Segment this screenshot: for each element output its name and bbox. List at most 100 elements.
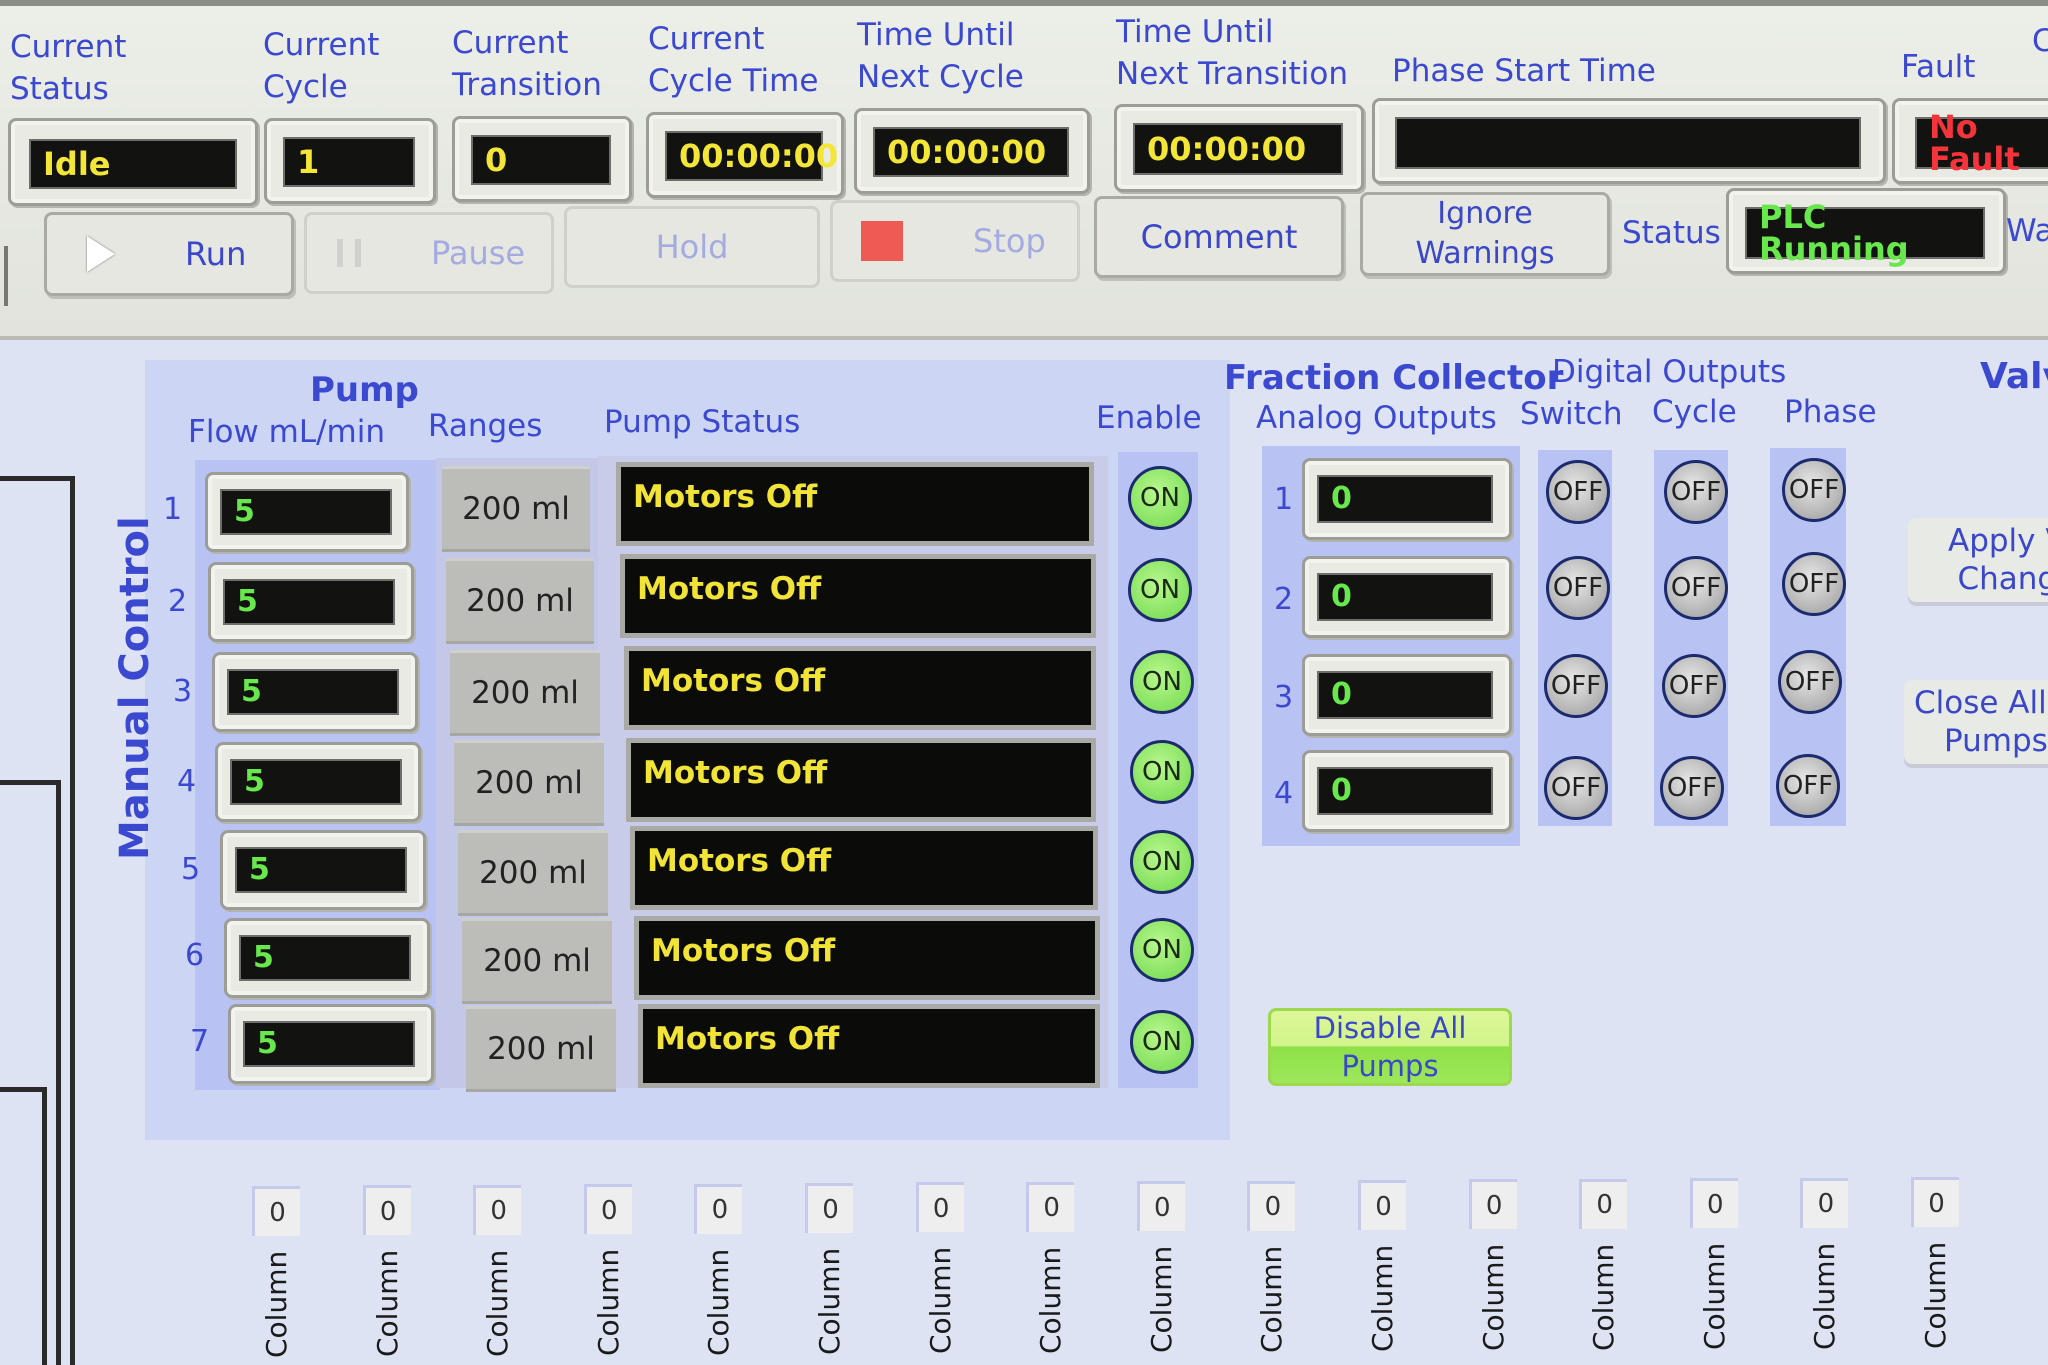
stop-button[interactable]: Stop bbox=[830, 200, 1080, 282]
range-select[interactable]: 200 ml bbox=[466, 1006, 616, 1092]
plc-status-display: PLC Running bbox=[1745, 201, 1985, 265]
analog-output-input[interactable]: 0 bbox=[1317, 671, 1493, 719]
pump-status-display: Motors Off bbox=[624, 646, 1096, 730]
close-all-valves-button[interactable]: Close All V Pumps bbox=[1904, 680, 2048, 764]
pump-enable-toggle[interactable]: ON bbox=[1128, 466, 1192, 530]
fraction-number: 4 bbox=[1274, 776, 1294, 811]
cycle-toggle[interactable]: OFF bbox=[1664, 556, 1728, 620]
column-label: Column bbox=[813, 1247, 846, 1355]
column-value: 0 bbox=[362, 1185, 411, 1236]
disable-all-pumps-button[interactable]: Disable All Pumps bbox=[1268, 1008, 1512, 1086]
current-transition-label: Current Transition bbox=[452, 25, 602, 103]
current-status-frame: Idle bbox=[8, 118, 258, 206]
cycle-toggle[interactable]: OFF bbox=[1662, 654, 1726, 718]
switch-toggle[interactable]: OFF bbox=[1544, 756, 1608, 820]
column-value: 0 bbox=[1911, 1177, 1959, 1227]
phase-start-time-frame bbox=[1372, 98, 1886, 184]
apply-valve-changes-label: Apply V Chang bbox=[1948, 523, 2048, 597]
digital-outputs-label: Digital Outputs bbox=[1552, 354, 1787, 390]
pump-number: 7 bbox=[190, 1024, 210, 1059]
pump-enable-toggle[interactable]: ON bbox=[1130, 740, 1194, 804]
phase-toggle[interactable]: OFF bbox=[1776, 754, 1840, 818]
enable-column-label: Enable bbox=[1096, 400, 1202, 436]
column-value: 0 bbox=[1689, 1178, 1738, 1229]
stop-icon bbox=[861, 221, 903, 261]
range-select[interactable]: 200 ml bbox=[454, 740, 604, 826]
current-cycle-label: Current Cycle bbox=[263, 27, 380, 105]
switch-toggle[interactable]: OFF bbox=[1546, 556, 1610, 620]
range-select[interactable]: 200 ml bbox=[462, 918, 612, 1004]
manual-control-title: Manual Control bbox=[112, 516, 158, 860]
left-inner2-frame-top bbox=[0, 1087, 46, 1092]
cycle-toggle[interactable]: OFF bbox=[1664, 460, 1728, 524]
stop-button-label: Stop bbox=[973, 222, 1046, 260]
analog-output-input[interactable]: 0 bbox=[1317, 573, 1493, 621]
flow-input[interactable]: 5 bbox=[227, 669, 399, 715]
analog-output-frame: 0 bbox=[1302, 458, 1512, 540]
run-button[interactable]: Run bbox=[44, 212, 294, 296]
flow-input-frame: 5 bbox=[215, 742, 421, 822]
phase-toggle[interactable]: OFF bbox=[1782, 458, 1846, 522]
fraction-number: 1 bbox=[1274, 482, 1294, 517]
range-select[interactable]: 200 ml bbox=[450, 650, 600, 736]
flow-input[interactable]: 5 bbox=[230, 759, 402, 805]
analog-output-input[interactable]: 0 bbox=[1317, 475, 1493, 523]
column-value: 0 bbox=[583, 1184, 632, 1235]
cycle-toggle[interactable]: OFF bbox=[1660, 756, 1724, 820]
flow-input[interactable]: 5 bbox=[220, 489, 392, 535]
run-control-header: Current Status Current Cycle Current Tra… bbox=[0, 0, 2048, 340]
range-select[interactable]: 200 ml bbox=[458, 830, 608, 916]
phase-toggle[interactable]: OFF bbox=[1778, 650, 1842, 714]
analog-outputs-label: Analog Outputs bbox=[1256, 400, 1497, 436]
current-cycle-time-frame: 00:00:00 bbox=[646, 112, 844, 198]
flow-input[interactable]: 5 bbox=[239, 935, 411, 981]
switch-toggle[interactable]: OFF bbox=[1546, 460, 1610, 524]
cycle-column-label: Cycle bbox=[1652, 394, 1737, 430]
column-label: Column bbox=[1476, 1244, 1510, 1352]
column-value: 0 bbox=[1800, 1177, 1849, 1228]
flow-input[interactable]: 5 bbox=[243, 1021, 415, 1067]
current-cycle-display: 1 bbox=[283, 137, 415, 187]
column-value: 0 bbox=[1136, 1181, 1185, 1232]
flow-input[interactable]: 5 bbox=[235, 847, 407, 893]
hold-button-label: Hold bbox=[655, 228, 729, 266]
column-label: Column bbox=[923, 1247, 957, 1355]
ignore-warnings-button[interactable]: Ignore Warnings bbox=[1360, 192, 1610, 276]
switch-toggle[interactable]: OFF bbox=[1544, 654, 1608, 718]
column-label: Column bbox=[260, 1250, 293, 1358]
comment-button[interactable]: Comment bbox=[1094, 196, 1344, 278]
range-select[interactable]: 200 ml bbox=[442, 466, 590, 552]
time-until-next-transition-label: Time Until Next Transition bbox=[1116, 14, 1348, 92]
pump-enable-toggle[interactable]: ON bbox=[1130, 650, 1194, 714]
column-value: 0 bbox=[473, 1184, 522, 1235]
column-label: Column bbox=[370, 1250, 404, 1358]
pump-status-display: Motors Off bbox=[620, 554, 1096, 638]
column-label: Column bbox=[481, 1249, 515, 1357]
column-value: 0 bbox=[1358, 1180, 1406, 1230]
pump-enable-toggle[interactable]: ON bbox=[1128, 558, 1192, 622]
fraction-collector-title: Fraction Collector bbox=[1224, 358, 1564, 398]
cut-off-label: C bbox=[2032, 23, 2048, 59]
time-until-next-cycle-label: Time Until Next Cycle bbox=[857, 17, 1024, 95]
run-button-label: Run bbox=[185, 235, 247, 273]
pause-button[interactable]: Pause bbox=[304, 212, 554, 294]
pump-number: 6 bbox=[185, 938, 205, 973]
pump-enable-toggle[interactable]: ON bbox=[1130, 1010, 1194, 1074]
disable-all-pumps-label: Disable All Pumps bbox=[1313, 1011, 1467, 1083]
flow-column-label: Flow mL/min bbox=[188, 414, 385, 450]
apply-valve-changes-button[interactable]: Apply V Chang bbox=[1908, 518, 2048, 602]
comment-button-label: Comment bbox=[1140, 218, 1298, 256]
pump-status-display: Motors Off bbox=[638, 1004, 1100, 1088]
column-label: Column bbox=[1144, 1245, 1178, 1354]
hold-button[interactable]: Hold bbox=[564, 206, 820, 288]
phase-toggle[interactable]: OFF bbox=[1782, 552, 1846, 616]
analog-output-input[interactable]: 0 bbox=[1317, 767, 1493, 815]
pump-enable-toggle[interactable]: ON bbox=[1130, 918, 1194, 982]
pump-enable-toggle[interactable]: ON bbox=[1130, 830, 1194, 894]
flow-input[interactable]: 5 bbox=[223, 579, 395, 625]
left-inner2-frame-right bbox=[42, 1087, 47, 1365]
current-status-label: Current Status bbox=[10, 29, 127, 107]
pump-status-display: Motors Off bbox=[626, 738, 1096, 822]
range-select[interactable]: 200 ml bbox=[446, 558, 594, 644]
column-label: Column bbox=[1808, 1242, 1842, 1350]
